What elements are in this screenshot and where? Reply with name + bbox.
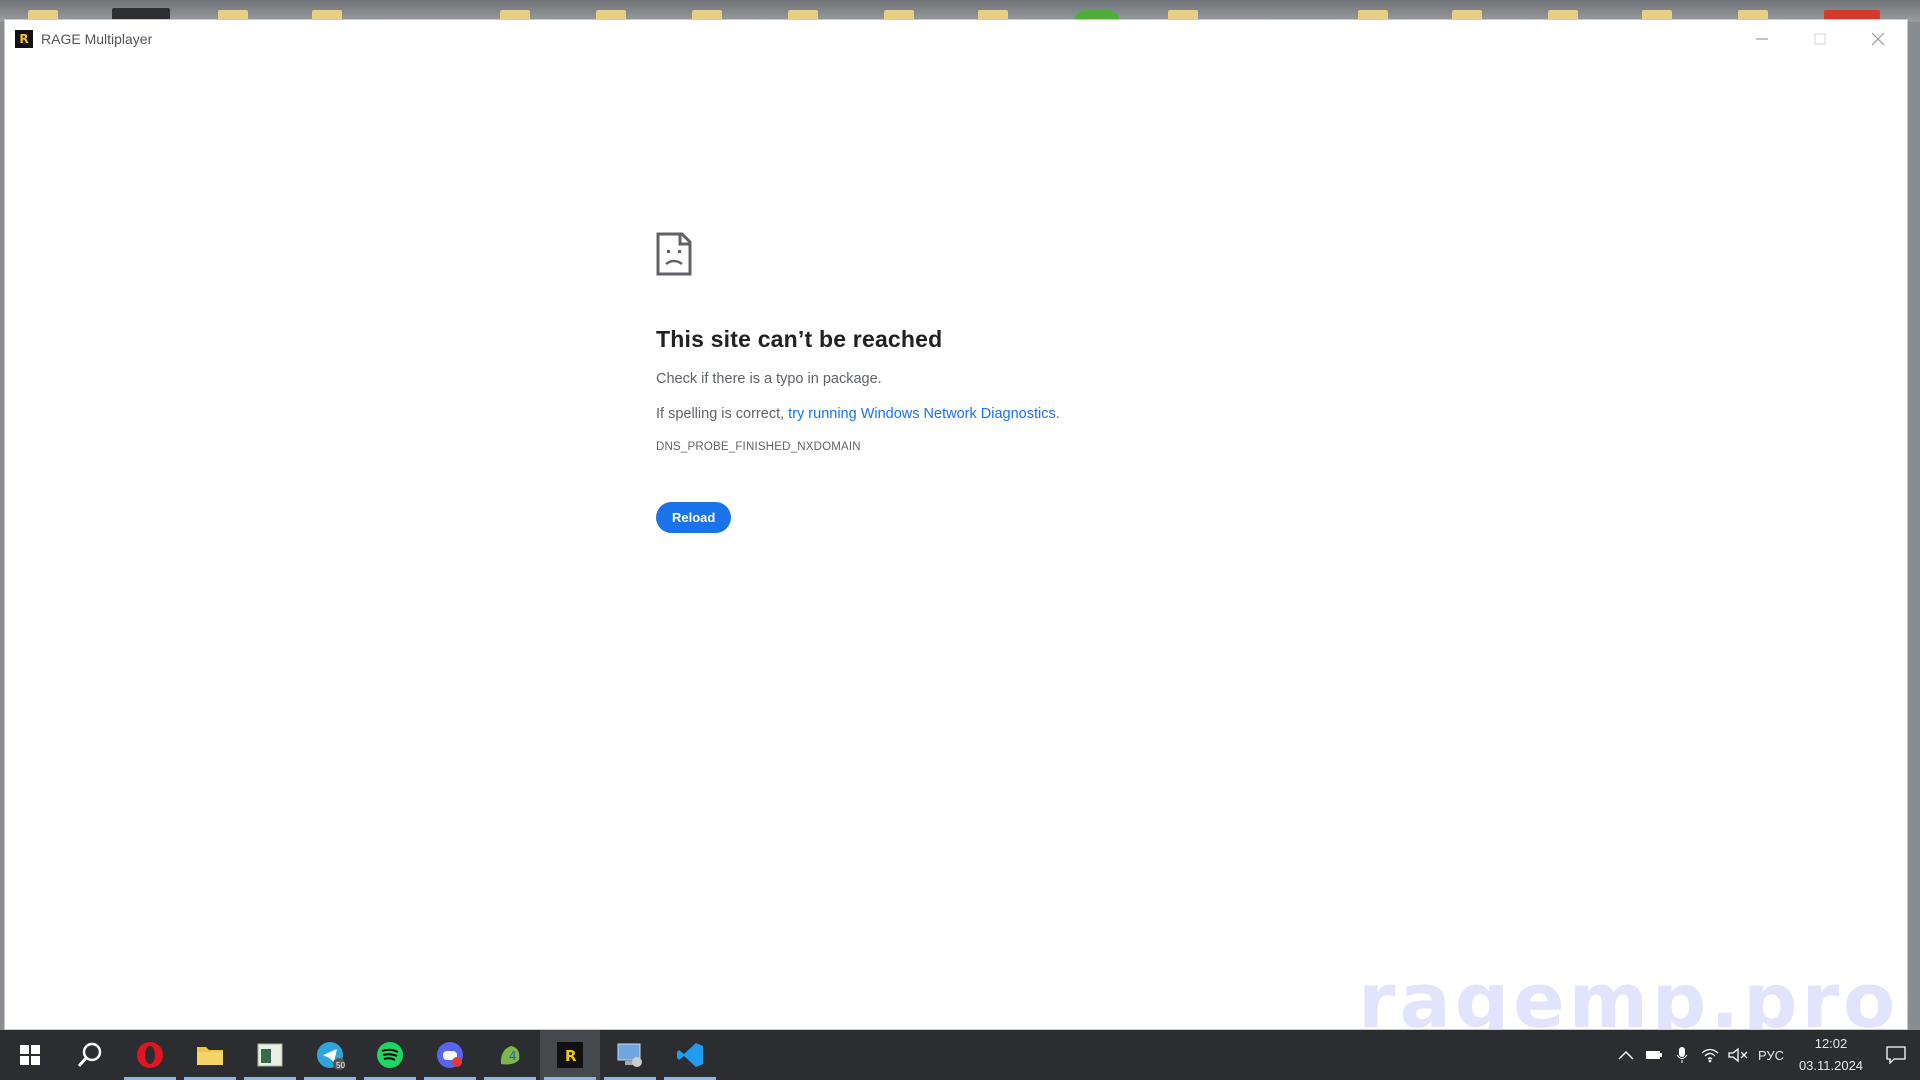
taskbar-opera[interactable]: [120, 1030, 180, 1080]
vscode-icon: [677, 1043, 703, 1067]
taskbar-rage-mp[interactable]: R: [540, 1030, 600, 1080]
clock-time: 12:02: [1814, 1036, 1848, 1051]
windows-logo-icon: [20, 1045, 40, 1065]
wifi-icon: [1701, 1048, 1719, 1063]
title-bar[interactable]: R RAGE Multiplayer: [5, 20, 1907, 58]
taskbar-notepad[interactable]: [240, 1030, 300, 1080]
microphone-icon: [1676, 1047, 1688, 1063]
discord-icon: [437, 1042, 463, 1068]
close-icon: [1871, 32, 1885, 46]
app-logo-icon: R: [15, 30, 33, 48]
tray-battery[interactable]: [1640, 1030, 1668, 1080]
diagnostics-prefix: If spelling is correct,: [656, 406, 789, 422]
taskbar-clock[interactable]: 12:02 03.11.2024: [1790, 1033, 1872, 1077]
minimize-button[interactable]: [1733, 20, 1791, 58]
sad-document-icon: [656, 232, 692, 276]
remote-desktop-icon: [617, 1043, 642, 1067]
error-code: DNS_PROBE_FINISHED_NXDOMAIN: [656, 441, 861, 453]
battery-icon: [1645, 1051, 1662, 1059]
taskbar: 50 4 R РУС 12:02 03.11.2024: [0, 1030, 1920, 1080]
reload-button[interactable]: Reload: [656, 502, 732, 533]
taskbar-notepad-plus[interactable]: 4: [480, 1030, 540, 1080]
typo-hint: Check if there is a typo in package.: [656, 371, 882, 387]
notification-center-button[interactable]: [1872, 1030, 1920, 1080]
start-button[interactable]: [0, 1030, 60, 1080]
taskbar-file-explorer[interactable]: [180, 1030, 240, 1080]
tray-overflow[interactable]: [1612, 1030, 1640, 1080]
tray-volume[interactable]: [1724, 1030, 1752, 1080]
diagnostics-hint: If spelling is correct, try running Wind…: [656, 406, 1356, 422]
spotify-icon: [377, 1042, 403, 1068]
file-explorer-icon: [197, 1047, 223, 1065]
window-title: RAGE Multiplayer: [41, 31, 153, 47]
desktop-background: [0, 0, 1920, 22]
taskbar-spotify[interactable]: [360, 1030, 420, 1080]
search-button[interactable]: [60, 1030, 120, 1080]
clock-date: 03.11.2024: [1798, 1058, 1864, 1073]
tray-microphone[interactable]: [1668, 1030, 1696, 1080]
rage-mp-icon: R: [557, 1042, 583, 1068]
svg-text:R: R: [565, 1047, 577, 1065]
svg-text:4: 4: [509, 1049, 517, 1063]
network-diagnostics-link[interactable]: try running Windows Network Diagnostics: [788, 406, 1056, 422]
maximize-button[interactable]: [1791, 20, 1849, 58]
maximize-icon: [1814, 33, 1826, 45]
telegram-badge: 50: [336, 1061, 345, 1070]
taskbar-remote-desktop[interactable]: [600, 1030, 660, 1080]
search-icon: [77, 1042, 102, 1067]
error-content: This site can’t be reached Check if ther…: [656, 232, 1356, 533]
close-button[interactable]: [1849, 20, 1907, 58]
taskbar-vscode[interactable]: [660, 1030, 720, 1080]
language-indicator[interactable]: РУС: [1752, 1048, 1790, 1063]
chevron-up-icon: [1618, 1050, 1634, 1060]
taskbar-telegram[interactable]: 50: [300, 1030, 360, 1080]
notepad-window-icon: [257, 1043, 283, 1067]
window-controls: [1733, 20, 1907, 58]
diagnostics-suffix: .: [1055, 406, 1060, 422]
system-tray: РУС 12:02 03.11.2024: [1612, 1030, 1920, 1080]
minimize-icon: [1756, 38, 1768, 40]
taskbar-discord[interactable]: [420, 1030, 480, 1080]
notification-icon: [1886, 1046, 1906, 1064]
notepad-plus-icon: 4: [500, 1046, 520, 1065]
app-window: R RAGE Multiplayer This site can’t be re…: [5, 20, 1907, 1045]
volume-muted-icon: [1728, 1047, 1748, 1063]
error-title: This site can’t be reached: [656, 326, 943, 352]
tray-network[interactable]: [1696, 1030, 1724, 1080]
opera-icon: [137, 1042, 163, 1068]
